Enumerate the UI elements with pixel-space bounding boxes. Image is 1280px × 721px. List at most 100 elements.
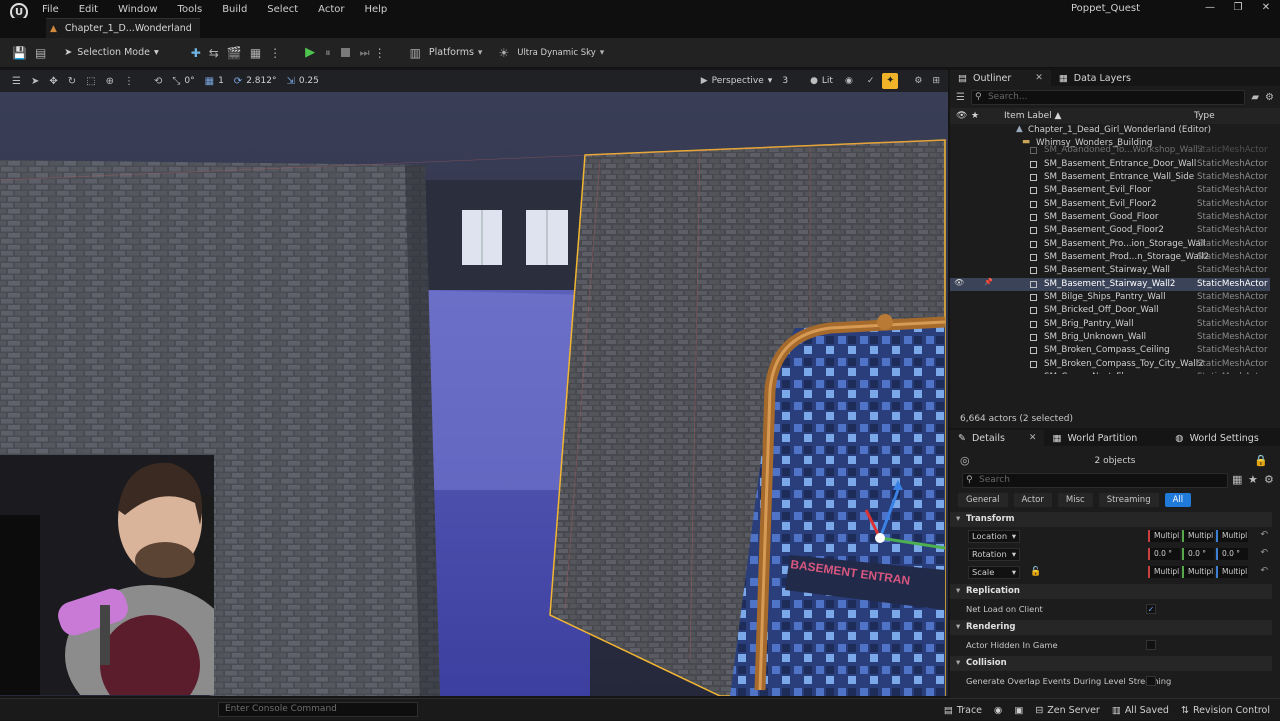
sky-dropdown[interactable]: Ultra Dynamic Sky [517,48,596,58]
menu-build[interactable]: Build [222,4,247,15]
section-collision[interactable]: Collision [950,656,1272,671]
pause-button[interactable]: ⏸ [325,46,331,60]
favorite-icon[interactable]: ★ [1248,473,1258,486]
save-icon[interactable]: 💾 [12,46,27,60]
settings-icon[interactable]: ⚙ [914,76,922,86]
surface-snap-icon[interactable]: ⋮ [124,76,134,87]
performance-icon[interactable]: ✓ [867,76,875,86]
menu-actor[interactable]: Actor [318,4,344,15]
close-icon[interactable]: ✕ [1029,433,1037,443]
realtime-toggle-icon[interactable]: ✦ [882,73,899,89]
filter-icon[interactable]: ☰ [956,92,965,103]
table-row[interactable]: SM_Broken_Compass_Toy_City_Wall2 StaticMe… [950,358,1270,371]
all-saved-button[interactable]: All Saved [1125,705,1169,716]
cinematics-icon[interactable]: 🎬 [227,46,242,60]
maximize-button[interactable]: ❐ [1224,0,1252,16]
location-x-field[interactable]: Multipl [1148,530,1180,542]
filter-general[interactable]: General [958,493,1008,507]
minimize-button[interactable]: — [1196,0,1224,16]
level-tab[interactable]: ▲ Chapter_1_D...Wonderland [46,18,200,38]
location-y-field[interactable]: Multipl [1182,530,1214,542]
scale-snap-value[interactable]: 1 [218,76,224,86]
selection-mode-dropdown[interactable]: ➤ Selection Mode ▾ [64,47,158,58]
table-row[interactable]: SM_Basement_Evil_Floor StaticMeshActor [950,184,1270,197]
stop-button[interactable] [340,48,350,57]
location-dropdown[interactable]: Location ▾ [968,530,1020,543]
table-row[interactable]: SM_Basement_Good_Floor StaticMeshActor [950,211,1270,224]
grid-size-value[interactable]: 2.812° [246,76,276,86]
menu-select[interactable]: Select [267,4,298,15]
details-search-input[interactable]: ⚲ Search [962,473,1228,488]
table-row[interactable]: SM_Basement_Entrance_Wall_Side StaticMesh… [950,171,1270,184]
platforms-dropdown[interactable]: Platforms [429,47,474,58]
more-options-icon[interactable]: ⋮ [269,46,281,60]
select-tool-icon[interactable]: ➤ [31,76,39,87]
rotation-y-field[interactable]: 0.0 ° [1182,548,1214,560]
reset-scale-icon[interactable]: ↶ [1260,566,1268,576]
table-row[interactable]: SM_Basement_Pro...ion_Storage_Wall Static… [950,238,1270,251]
location-z-field[interactable]: Multipl [1216,530,1248,542]
tab-data-layers[interactable]: ▦ Data Layers [1051,70,1139,86]
list-item[interactable]: SM_Abandoned_To...Workshop_Wall2 StaticM… [950,144,1270,157]
rotation-z-field[interactable]: 0.0 ° [1216,548,1248,560]
reset-location-icon[interactable]: ↶ [1260,530,1268,540]
filter-all[interactable]: All [1164,493,1192,507]
scale-x-field[interactable]: Multipl [1148,566,1180,578]
table-row[interactable]: SM_Bilge_Ships_Pantry_Wall StaticMeshActo… [950,291,1270,304]
scale-y-field[interactable]: Multipl [1182,566,1214,578]
table-row[interactable]: SM_Bricked_Off_Door_Wall StaticMeshActor [950,304,1270,317]
table-row[interactable]: SM_Basement_Good_Floor2 StaticMeshActor [950,224,1270,237]
outliner-search-input[interactable]: ⚲ Search... [970,89,1246,105]
lock-scale-icon[interactable]: 🔓 [1030,567,1041,577]
rotation-x-field[interactable]: 0.0 ° [1148,548,1180,560]
camera-speed-value[interactable]: 0.25 [299,76,319,86]
filter-actor[interactable]: Actor [1013,493,1052,507]
menu-window[interactable]: Window [118,4,157,15]
menu-tools[interactable]: Tools [178,4,203,15]
play-button[interactable]: ▶ [305,45,315,60]
screenshot-icon[interactable]: ▣ [1014,705,1023,716]
scale-dropdown[interactable]: Scale ▾ [968,566,1020,579]
blueprint-icon[interactable]: ⇆ [209,46,219,60]
trace-button[interactable]: Trace [957,705,982,716]
sequencer-icon[interactable]: ▦ [250,46,261,60]
translate-tool-icon[interactable]: ✥ [49,76,57,87]
net-load-checkbox[interactable]: ✓ [1146,604,1156,614]
table-row[interactable]: SM_Basement_Stairway_Wall StaticMeshActor [950,264,1270,277]
type-column[interactable]: Type [1194,111,1215,121]
section-transform[interactable]: Transform [950,512,1272,527]
tab-world-settings[interactable]: ◍ World Settings [1167,430,1267,446]
table-row[interactable]: SM_Crows_Nest_Floor StaticMeshActor [950,371,1270,374]
rotation-snap-icon[interactable]: ⤡ [172,76,180,87]
add-actor-icon[interactable]: ✚ [191,46,201,60]
record-icon[interactable]: ◉ [994,705,1002,716]
tab-outliner[interactable]: ▤ Outliner ✕ [950,70,1051,86]
tab-details[interactable]: ✎ Details ✕ [950,430,1045,446]
table-row[interactable]: SM_Broken_Compass_Ceiling StaticMeshActor [950,344,1270,357]
menu-file[interactable]: File [42,4,59,15]
section-replication[interactable]: Replication [950,584,1272,599]
menu-help[interactable]: Help [364,4,387,15]
world-space-icon[interactable]: ⊕ [106,76,114,87]
filter-streaming[interactable]: Streaming [1098,493,1159,507]
table-row[interactable]: SM_Basement_Evil_Floor2 StaticMeshActor [950,198,1270,211]
scale-tool-icon[interactable]: ⬚ [86,76,95,87]
tab-world-partition[interactable]: ▦ World Partition [1044,430,1145,446]
actor-hidden-checkbox[interactable] [1146,640,1156,650]
item-label-column[interactable]: Item Label ▲ [1004,111,1061,121]
show-flags-icon[interactable]: ◉ [845,76,853,86]
content-browser-icon[interactable]: ▤ [35,46,46,60]
filter-misc[interactable]: Misc [1057,493,1093,507]
add-folder-icon[interactable]: ▰ [1251,92,1259,103]
grid-snap-icon[interactable]: ⟲ [154,76,162,87]
grid-view-icon[interactable]: ▦ [1232,473,1242,486]
revision-control-button[interactable]: Revision Control [1193,705,1270,716]
close-button[interactable]: ✕ [1252,0,1280,16]
settings-icon[interactable]: ⚙ [1265,92,1274,103]
camera-number[interactable]: 3 [782,76,788,86]
close-icon[interactable]: ✕ [1035,73,1043,83]
table-row[interactable]: SM_Basement_Prod...n_Storage_Wall2 Static… [950,251,1270,264]
play-options-icon[interactable]: ⋮ [374,46,386,60]
rotation-dropdown[interactable]: Rotation ▾ [968,548,1020,561]
launch-button[interactable]: ⏭ [360,46,370,60]
